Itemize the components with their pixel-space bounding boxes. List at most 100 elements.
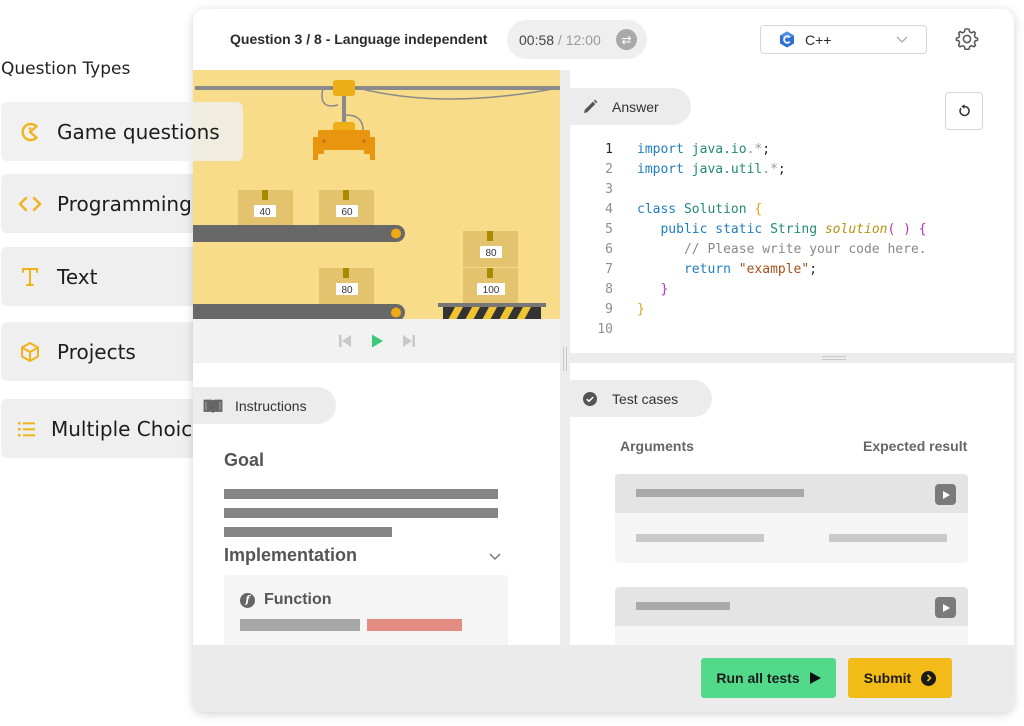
goal-text-placeholder: [224, 489, 498, 499]
timer: 00:58 / 12:00 ⇄: [507, 20, 647, 59]
run-test-button[interactable]: [935, 484, 956, 505]
reset-icon: [959, 104, 970, 117]
expected-result-column-header: Expected result: [863, 438, 968, 454]
box-60: 60: [319, 190, 374, 225]
box-80-stack: 80: [463, 231, 518, 267]
question-type-label: Text: [57, 264, 98, 289]
run-all-tests-label: Run all tests: [716, 670, 800, 686]
test-case-title-placeholder: [636, 602, 730, 610]
function-card: f Function: [224, 575, 508, 655]
skip-back-icon[interactable]: [338, 334, 352, 348]
question-types-title: Question Types: [1, 59, 131, 79]
question-type-programming[interactable]: Programming: [1, 174, 201, 233]
submit-button[interactable]: Submit: [848, 658, 952, 698]
gear-icon[interactable]: [955, 27, 979, 51]
footer-bar: Run all tests Submit: [193, 645, 1014, 712]
top-bar: Question 3 / 8 - Language independent 00…: [193, 9, 1014, 70]
question-type-label: Programming: [57, 191, 192, 216]
skip-forward-icon[interactable]: [402, 334, 416, 348]
check-circle-icon: [580, 391, 600, 407]
svg-text:80: 80: [485, 248, 497, 259]
function-label: Function: [264, 591, 332, 608]
list-icon: [17, 416, 37, 442]
language-selected: C++: [805, 31, 832, 48]
submit-label: Submit: [863, 670, 912, 686]
question-title: Question 3 / 8 - Language independent: [230, 31, 488, 47]
test-case-header[interactable]: [615, 587, 968, 626]
svg-text:80: 80: [341, 285, 353, 296]
book-icon: [203, 398, 223, 414]
timer-elapsed: 00:58: [519, 31, 555, 48]
function-icon: f: [240, 593, 255, 608]
arguments-column-header: Arguments: [620, 438, 694, 454]
code-editor[interactable]: 1 import java.io.*; 2 import java.util.*; …: [570, 140, 1014, 340]
goal-text-placeholder: [224, 527, 392, 537]
run-test-button[interactable]: [935, 597, 956, 618]
code-line: 3: [605, 182, 613, 197]
tab-answer[interactable]: Answer: [570, 88, 691, 125]
code-brackets-icon: [17, 191, 43, 217]
code-line: 6 // Please write your code here.: [605, 242, 927, 257]
play-icon: [809, 672, 821, 684]
tab-label: Test cases: [612, 390, 679, 407]
pencil-icon: [580, 99, 600, 115]
horizontal-splitter[interactable]: [570, 353, 1014, 363]
function-signature-placeholder: [240, 619, 360, 631]
question-type-label: Multiple Choice: [51, 416, 201, 441]
code-line: 10: [597, 322, 613, 337]
arrow-circle-right-icon: [921, 670, 937, 686]
run-all-tests-button[interactable]: Run all tests: [701, 658, 836, 698]
box-40: 40: [238, 190, 293, 225]
play-icon[interactable]: [370, 334, 384, 348]
conveyor-scene: 40 60 80 80 100: [193, 80, 560, 319]
code-line: 7 return "example";: [605, 262, 818, 277]
code-line: 4 class Solution {: [605, 202, 763, 217]
splitter-grip[interactable]: [822, 356, 846, 360]
argument-placeholder: [636, 534, 764, 542]
test-case-header[interactable]: [615, 474, 968, 513]
goal-text-placeholder: [224, 508, 498, 518]
implementation-heading[interactable]: Implementation: [224, 545, 357, 566]
question-type-game[interactable]: Game questions: [1, 102, 243, 161]
chevron-down-icon[interactable]: [488, 549, 502, 563]
play-icon: [942, 490, 950, 499]
reset-code-button[interactable]: [945, 92, 983, 130]
pacman-icon: [17, 119, 43, 145]
tab-label: Answer: [612, 98, 659, 115]
expected-placeholder: [829, 534, 947, 542]
svg-text:100: 100: [483, 285, 500, 296]
play-icon: [942, 603, 950, 612]
splitter-grip[interactable]: [563, 347, 567, 371]
question-type-label: Projects: [57, 339, 136, 364]
question-type-projects[interactable]: Projects: [1, 322, 201, 381]
question-type-text[interactable]: Text: [1, 247, 201, 306]
game-visualization: 40 60 80 80 100: [193, 70, 560, 319]
tab-label: Instructions: [235, 397, 307, 414]
test-case[interactable]: [615, 474, 968, 563]
vertical-splitter[interactable]: [560, 70, 570, 645]
question-type-multiple-choice[interactable]: Multiple Choice: [1, 399, 201, 458]
code-line: 9}: [605, 302, 645, 317]
svg-text:60: 60: [341, 207, 353, 218]
question-type-label: Game questions: [57, 119, 220, 144]
goal-heading: Goal: [224, 450, 265, 470]
test-case-title-placeholder: [636, 489, 804, 497]
swap-icon[interactable]: ⇄: [616, 29, 637, 50]
code-line: 1 import java.io.*;: [605, 142, 771, 157]
code-line: 2 import java.util.*;: [605, 162, 786, 177]
cpp-logo-icon: [780, 31, 794, 48]
tab-test-cases[interactable]: Test cases: [570, 380, 712, 417]
code-line: 8 }: [605, 282, 669, 297]
cube-icon: [17, 339, 43, 365]
function-return-placeholder: [367, 619, 462, 631]
coding-question-panel: Question 3 / 8 - Language independent 00…: [193, 9, 1014, 712]
timer-separator: /: [554, 31, 566, 48]
box-100-stack: 100: [463, 268, 518, 303]
test-case-body: [615, 513, 968, 563]
chevron-down-icon: [896, 33, 908, 48]
tab-instructions[interactable]: Instructions: [193, 387, 336, 424]
language-select[interactable]: C++: [760, 25, 927, 54]
code-line: 5 public static String solution( ) {: [605, 222, 927, 237]
text-t-icon: [17, 264, 43, 290]
box-80-bottom: 80: [319, 268, 374, 304]
